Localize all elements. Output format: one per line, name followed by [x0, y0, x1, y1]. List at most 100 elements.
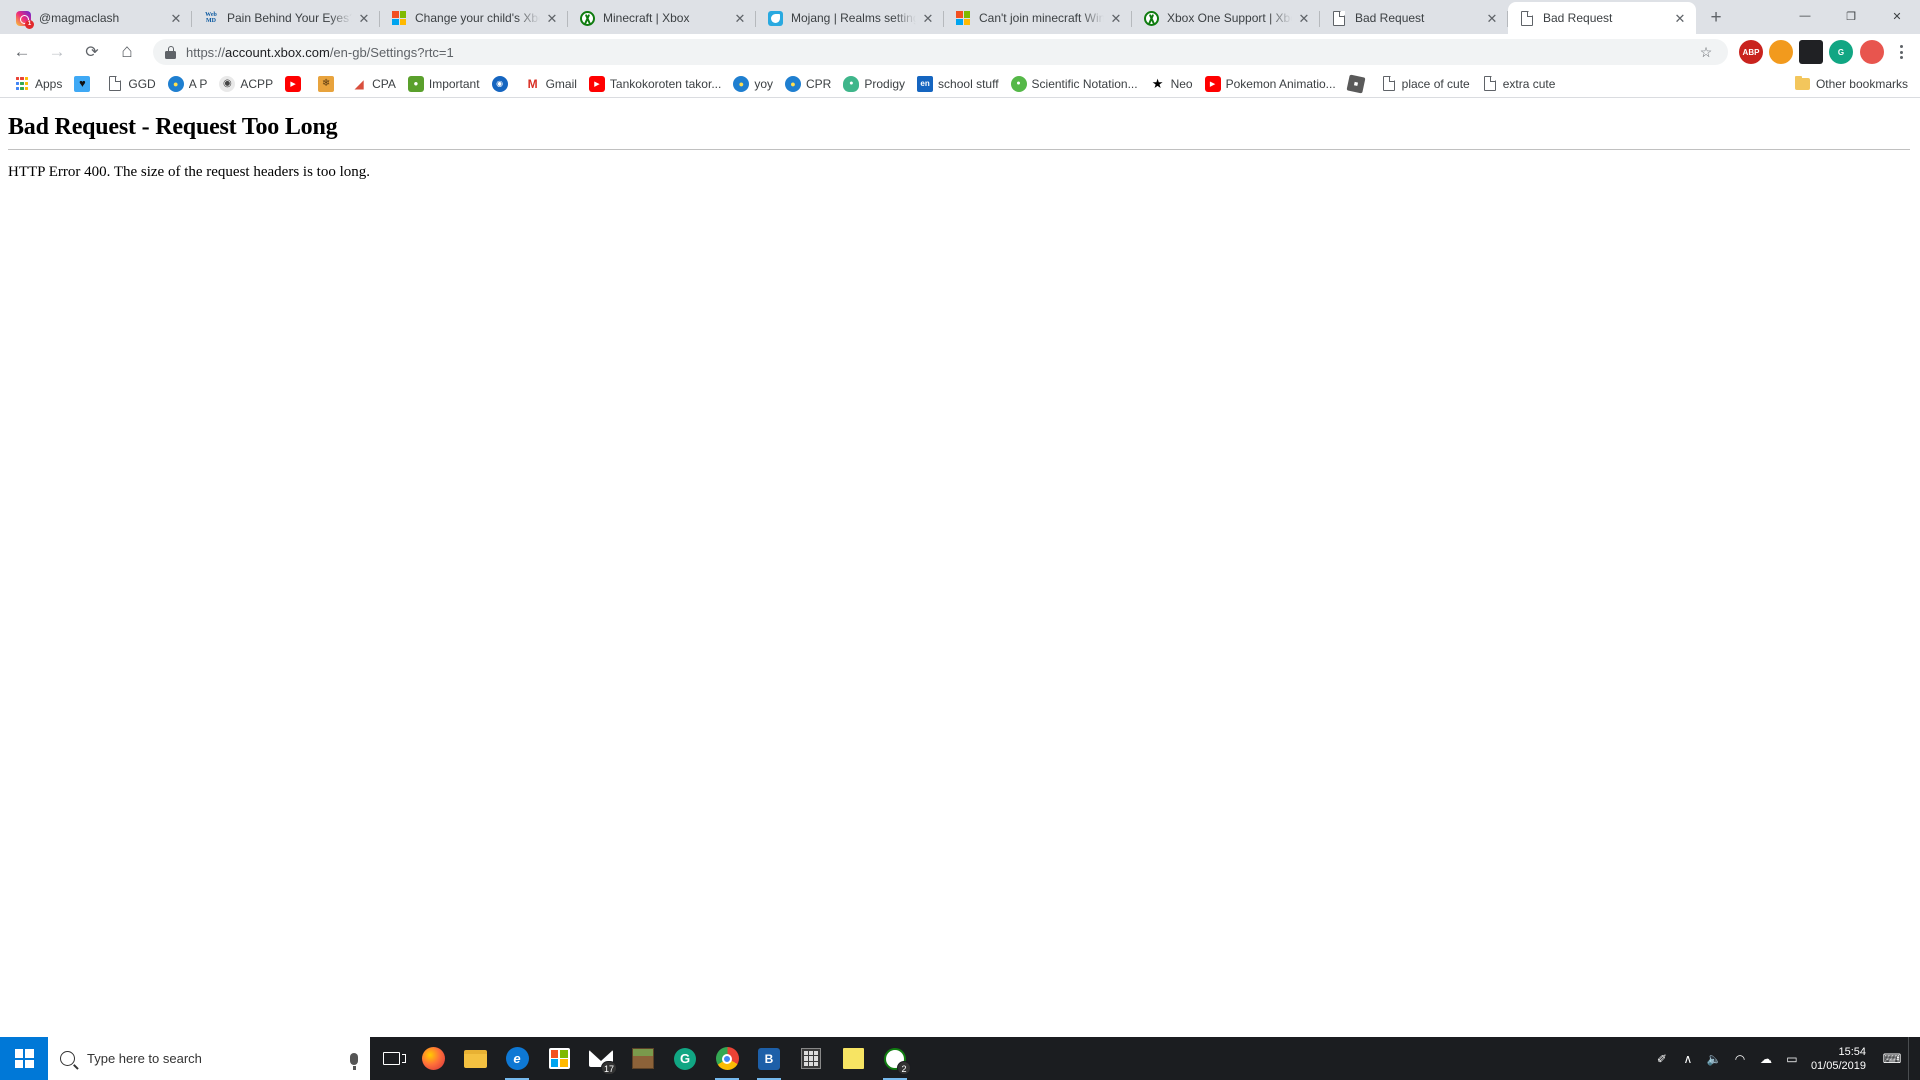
close-icon[interactable]: ✕ — [1672, 10, 1688, 26]
chrome-taskbar-icon[interactable] — [706, 1037, 748, 1080]
browser-tab[interactable]: Bad Request ✕ — [1320, 2, 1508, 34]
close-window-button[interactable]: ✕ — [1874, 0, 1920, 32]
bookmark-item-gmail[interactable]: M Gmail — [519, 73, 583, 95]
reload-icon[interactable]: ⟳ — [78, 38, 106, 66]
apps-shortcut[interactable]: Apps — [8, 73, 68, 95]
microsoft-icon — [391, 10, 407, 26]
mail-badge: 17 — [600, 1061, 617, 1075]
browser-tab[interactable]: Can't join minecraft Win ✕ — [944, 2, 1132, 34]
bookmark-item[interactable]: ■ — [1342, 73, 1375, 95]
error-message: HTTP Error 400. The size of the request … — [8, 164, 370, 180]
bookmark-item-prodigy[interactable]: ● Prodigy — [837, 73, 911, 95]
bookmark-star-icon[interactable]: ☆ — [1694, 40, 1718, 64]
grammarly-extension-icon[interactable]: G — [1829, 40, 1853, 64]
bookmark-item[interactable]: ★ Neo — [1144, 73, 1199, 95]
bookmark-label: Scientific Notation... — [1031, 76, 1138, 91]
chrome-menu-icon[interactable] — [1890, 39, 1912, 65]
bookmark-item[interactable]: ◢ CPA — [345, 73, 402, 95]
minimize-button[interactable]: — — [1782, 0, 1828, 32]
edge-taskbar-icon[interactable]: e — [496, 1037, 538, 1080]
browser-tab[interactable]: Change your child's Xbox ✕ — [380, 2, 568, 34]
bookmark-label: school stuff — [938, 76, 999, 91]
bookmark-label: A P — [188, 76, 208, 91]
bookmark-item[interactable]: en school stuff — [911, 73, 1004, 95]
minecraft-taskbar-icon[interactable] — [622, 1037, 664, 1080]
mail-taskbar-icon[interactable]: 17 — [580, 1037, 622, 1080]
close-icon[interactable]: ✕ — [356, 10, 372, 26]
chevron-up-icon[interactable]: ∧ — [1675, 1037, 1701, 1080]
taskbar-search[interactable]: Type here to search — [48, 1037, 370, 1080]
bookmark-item[interactable]: ❄ — [312, 73, 345, 95]
home-icon[interactable]: ⌂ — [113, 38, 141, 66]
dark-extension-icon[interactable] — [1799, 40, 1823, 64]
grammarly-taskbar-icon[interactable]: G — [664, 1037, 706, 1080]
url-text: https://account.xbox.com/en-gb/Settings?… — [186, 45, 1694, 60]
cloud-icon[interactable]: ☁ — [1753, 1037, 1779, 1080]
close-icon[interactable]: ✕ — [1108, 10, 1124, 26]
battery-icon[interactable]: ▭ — [1779, 1037, 1805, 1080]
microsoft-store-taskbar-icon[interactable] — [538, 1037, 580, 1080]
gmail-icon: M — [527, 76, 538, 91]
bluestacks-taskbar-icon[interactable]: B — [748, 1037, 790, 1080]
address-bar[interactable]: https://account.xbox.com/en-gb/Settings?… — [153, 39, 1728, 65]
avatar[interactable] — [1860, 40, 1884, 64]
close-icon[interactable]: ✕ — [1484, 10, 1500, 26]
firefox-taskbar-icon[interactable] — [412, 1037, 454, 1080]
close-icon[interactable]: ✕ — [920, 10, 936, 26]
bookmark-item[interactable]: ▶ Tankokoroten takor... — [583, 73, 727, 95]
close-icon[interactable]: ✕ — [544, 10, 560, 26]
bookmark-item[interactable]: ◉ ACPP — [213, 73, 279, 95]
maximize-button[interactable]: ❐ — [1828, 0, 1874, 32]
start-button[interactable] — [0, 1037, 48, 1080]
notification-center-icon[interactable]: ⌨ — [1876, 1037, 1908, 1080]
bookmark-item[interactable]: extra cute — [1476, 73, 1562, 95]
bookmark-item[interactable]: ▶ — [279, 73, 312, 95]
wifi-icon[interactable]: ◠ — [1727, 1037, 1753, 1080]
browser-tab[interactable]: Xbox One Support | Xbox ✕ — [1132, 2, 1320, 34]
bookmark-item[interactable]: GGD — [101, 73, 161, 95]
browser-tab[interactable]: Minecraft | Xbox ✕ — [568, 2, 756, 34]
new-tab-button[interactable]: + — [1702, 4, 1730, 32]
tab-title: Change your child's Xbox — [415, 11, 540, 25]
abp-extension-icon[interactable]: ABP — [1739, 40, 1763, 64]
bookmark-item[interactable]: place of cute — [1375, 73, 1476, 95]
bookmark-item[interactable]: ● yoy — [727, 73, 779, 95]
close-icon[interactable]: ✕ — [168, 10, 184, 26]
sticky-notes-taskbar-icon[interactable] — [832, 1037, 874, 1080]
url-host: account.xbox.com — [225, 44, 330, 60]
bookmark-item[interactable]: ● Scientific Notation... — [1005, 73, 1144, 95]
close-icon[interactable]: ✕ — [732, 10, 748, 26]
xbox-taskbar-icon[interactable]: 2 — [874, 1037, 916, 1080]
file-explorer-taskbar-icon[interactable] — [454, 1037, 496, 1080]
volume-icon[interactable]: 🔈 — [1701, 1037, 1727, 1080]
bookmark-item[interactable]: ● CPR — [779, 73, 837, 95]
task-view-icon[interactable] — [370, 1037, 412, 1080]
browser-tab[interactable]: 1 @magmaclash ✕ — [4, 2, 192, 34]
browser-tab-active[interactable]: Bad Request ✕ — [1508, 2, 1696, 34]
honey-extension-icon[interactable] — [1769, 40, 1793, 64]
other-bookmarks-folder[interactable]: Other bookmarks — [1789, 73, 1914, 95]
browser-tab[interactable]: Mojang | Realms settings ✕ — [756, 2, 944, 34]
close-icon[interactable]: ✕ — [1296, 10, 1312, 26]
system-tray: ✐ ∧ 🔈 ◠ ☁ ▭ 15:54 01/05/2019 ⌨ — [1649, 1037, 1920, 1080]
taskbar-clock[interactable]: 15:54 01/05/2019 — [1805, 1037, 1876, 1080]
show-desktop-button[interactable] — [1908, 1037, 1916, 1080]
bookmark-item[interactable]: ♥ — [68, 73, 101, 95]
forward-icon[interactable]: → — [43, 38, 71, 66]
dot-icon: ● — [1010, 75, 1027, 92]
back-icon[interactable]: ← — [8, 38, 36, 66]
calculator-taskbar-icon[interactable] — [790, 1037, 832, 1080]
prodigy-icon: ● — [843, 75, 860, 92]
clock-time: 15:54 — [1838, 1045, 1866, 1058]
generic-page-icon — [1519, 10, 1535, 26]
stormtrooper-icon: ◉ — [219, 75, 236, 92]
bookmark-item[interactable]: ● A P — [162, 73, 214, 95]
tab-title: @magmaclash — [39, 11, 120, 25]
bookmark-item[interactable]: ▶ Pokemon Animatio... — [1199, 73, 1342, 95]
microphone-icon[interactable] — [350, 1052, 358, 1070]
bookmark-label: Pokemon Animatio... — [1225, 76, 1336, 91]
bookmark-item[interactable]: ◉ — [486, 73, 519, 95]
pen-icon[interactable]: ✐ — [1649, 1037, 1675, 1080]
browser-tab[interactable]: Web MD Pain Behind Your Eyes? ✕ — [192, 2, 380, 34]
bookmark-item[interactable]: ● Important — [402, 73, 486, 95]
